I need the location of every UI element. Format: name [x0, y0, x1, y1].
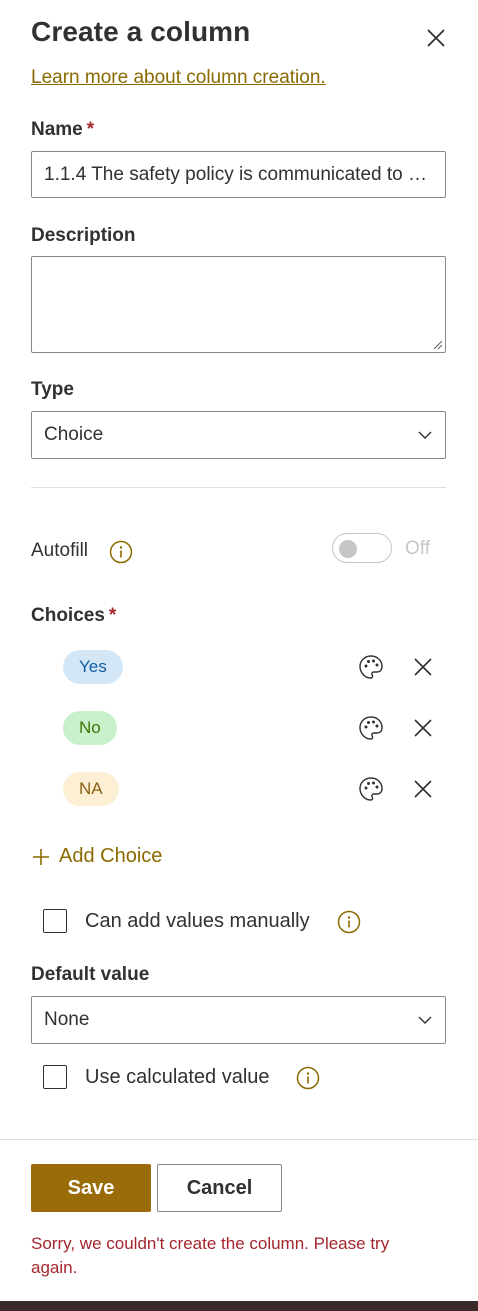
manual-values-checkbox[interactable]: [43, 909, 67, 933]
resize-grip-icon[interactable]: [433, 340, 443, 350]
close-icon: [427, 29, 445, 47]
close-icon: [414, 658, 432, 676]
autofill-toggle[interactable]: [332, 533, 392, 563]
section-divider: [31, 487, 446, 488]
remove-choice-button[interactable]: [409, 775, 437, 803]
type-dropdown-value: Choice: [44, 424, 104, 445]
info-icon-glyph: [109, 540, 133, 564]
plus-icon: [33, 848, 49, 865]
add-choice-label: Add Choice: [59, 845, 163, 867]
name-label: Name *: [31, 119, 94, 141]
info-icon-glyph: [296, 1066, 320, 1090]
choice-color-button[interactable]: [357, 653, 385, 681]
default-value-dropdown[interactable]: None: [31, 996, 446, 1044]
info-icon[interactable]: [296, 1066, 320, 1090]
required-mark: *: [86, 119, 95, 140]
description-label: Description: [31, 225, 136, 246]
close-icon: [414, 780, 432, 798]
footer-divider: [0, 1139, 478, 1140]
choice-color-button[interactable]: [357, 714, 385, 742]
description-textarea[interactable]: [31, 256, 446, 353]
error-message: Sorry, we couldn't create the column. Pl…: [31, 1234, 390, 1277]
chevron-down-icon: [418, 1016, 432, 1024]
panel-title: Create a column: [31, 16, 251, 47]
chevron-down-icon: [418, 431, 432, 439]
choice-chip-no[interactable]: No: [63, 711, 117, 745]
toggle-knob: [339, 540, 357, 558]
choices-label-text: Choices: [31, 605, 105, 626]
cancel-button[interactable]: Cancel: [157, 1164, 282, 1212]
window-bottom-edge: [0, 1301, 478, 1311]
required-mark: *: [108, 605, 117, 626]
manual-values-label: Can add values manually: [85, 910, 310, 932]
name-label-text: Name: [31, 119, 83, 140]
choice-chip-na[interactable]: NA: [63, 772, 119, 806]
autofill-toggle-state: Off: [405, 538, 430, 559]
palette-icon: [359, 716, 383, 740]
palette-icon: [359, 655, 383, 679]
choices-label: Choices *: [31, 605, 116, 627]
info-icon[interactable]: [109, 540, 133, 564]
learn-more-link[interactable]: Learn more about column creation.: [31, 67, 326, 89]
add-choice-button[interactable]: Add Choice: [31, 845, 162, 868]
info-icon[interactable]: [337, 910, 361, 934]
default-value-dropdown-value: None: [44, 1009, 90, 1030]
close-icon: [414, 719, 432, 737]
calculated-value-checkbox[interactable]: [43, 1065, 67, 1089]
remove-choice-button[interactable]: [409, 714, 437, 742]
name-input[interactable]: 1.1.4 The safety policy is communicated …: [31, 151, 446, 198]
save-button[interactable]: Save: [31, 1164, 151, 1212]
close-button[interactable]: [422, 24, 450, 52]
type-label: Type: [31, 379, 74, 400]
palette-icon: [359, 777, 383, 801]
choice-color-button[interactable]: [357, 775, 385, 803]
calculated-value-label: Use calculated value: [85, 1066, 270, 1088]
remove-choice-button[interactable]: [409, 653, 437, 681]
choice-chip-yes[interactable]: Yes: [63, 650, 123, 684]
create-column-panel: Create a column Learn more about column …: [0, 0, 478, 1301]
autofill-label: Autofill: [31, 540, 89, 561]
type-dropdown[interactable]: Choice: [31, 411, 446, 459]
default-value-label: Default value: [31, 964, 150, 985]
info-icon-glyph: [337, 910, 361, 934]
